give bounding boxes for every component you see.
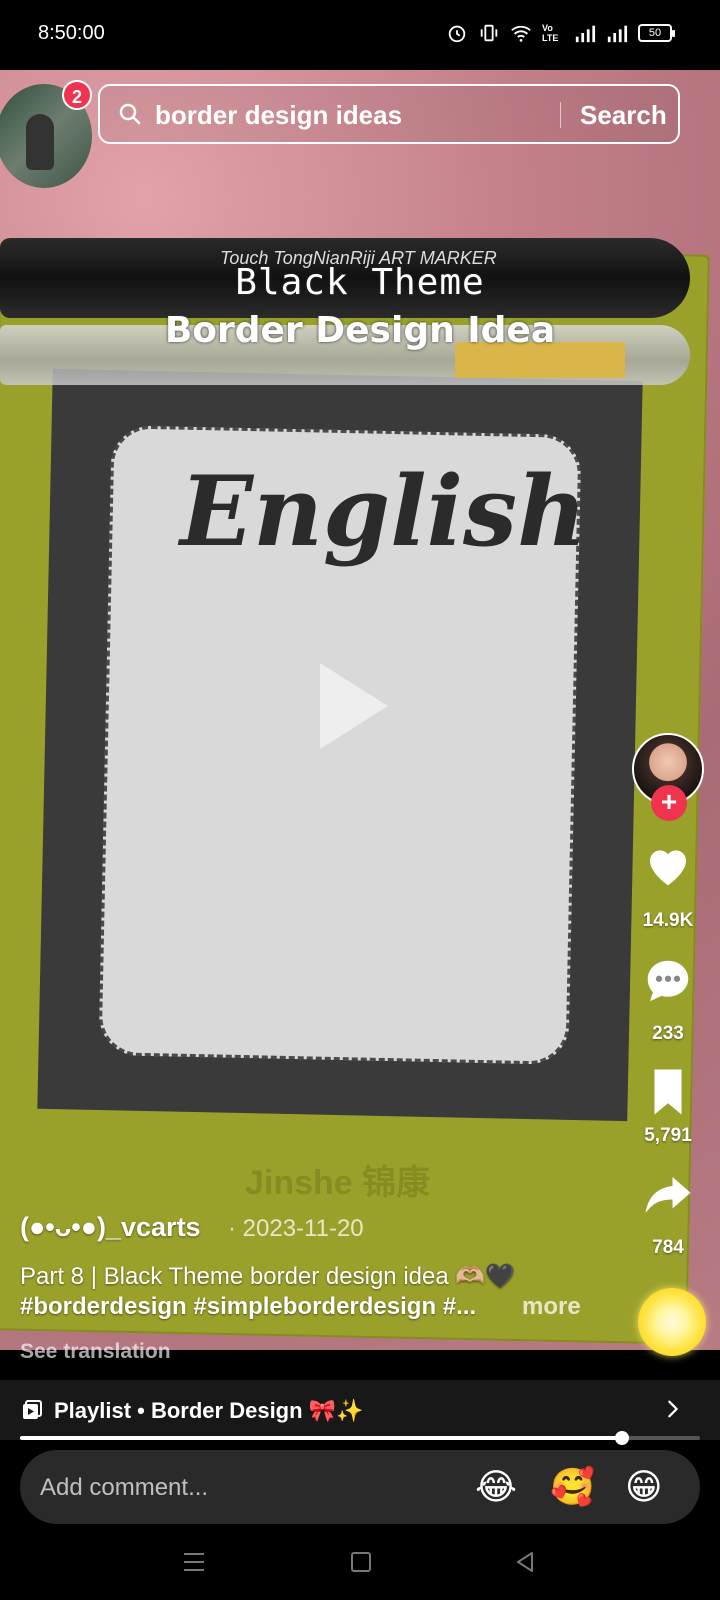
video-paper-heading: English xyxy=(180,455,587,568)
caption-text: Part 8 | Black Theme border design idea … xyxy=(20,1263,516,1290)
bookmark-icon[interactable] xyxy=(641,1065,695,1119)
system-nav-bar xyxy=(0,1528,720,1600)
saves-count: 5,791 xyxy=(644,1125,692,1146)
search-divider xyxy=(560,102,561,128)
follow-button[interactable]: + xyxy=(651,785,687,821)
video-book-emboss: Jinshe 锦康 xyxy=(245,1164,431,1202)
emoji-grin-button[interactable]: 😁 xyxy=(625,1466,663,1508)
caption-hashtags[interactable]: #borderdesign #simpleborderdesign #... xyxy=(20,1293,476,1321)
search-bar[interactable]: border design ideas Search xyxy=(98,84,680,144)
battery-indicator: 50 xyxy=(638,24,675,42)
chevron-right-icon[interactable] xyxy=(662,1396,684,1422)
status-time: 8:50:00 xyxy=(38,22,105,44)
comment-icon[interactable] xyxy=(641,954,695,1008)
emoji-love-button[interactable]: 🥰 xyxy=(550,1466,595,1508)
signal-icon xyxy=(575,25,596,43)
music-disc-icon[interactable] xyxy=(638,1288,706,1356)
vibrate-icon xyxy=(480,24,498,42)
playlist-icon xyxy=(23,1400,42,1419)
playlist-bar[interactable]: Playlist • Border Design 🎀✨ xyxy=(0,1380,720,1440)
see-translation-link[interactable]: See translation xyxy=(20,1340,171,1364)
video-overlay-title: Black Theme xyxy=(235,262,485,303)
alarm-icon xyxy=(448,25,466,43)
emoji-laugh-button[interactable]: 😂 xyxy=(475,1466,517,1508)
share-icon[interactable] xyxy=(641,1168,695,1222)
play-icon[interactable] xyxy=(320,663,388,749)
search-icon xyxy=(119,103,141,125)
shares-count: 784 xyxy=(652,1237,684,1258)
signal-icon-2 xyxy=(607,25,628,43)
playlist-label: Playlist • Border Design 🎀✨ xyxy=(54,1398,364,1423)
caption-more-link[interactable]: more xyxy=(522,1293,581,1321)
status-bar: 8:50:00 Vo LTE 50 xyxy=(0,0,720,70)
comment-bar[interactable]: Add comment... 😂 🥰 😁 xyxy=(20,1450,700,1524)
progress-fill xyxy=(20,1436,622,1440)
notification-badge: 2 xyxy=(62,80,92,110)
author-name[interactable]: (●•ᴗ•●)_vcarts xyxy=(20,1212,201,1243)
back-icon[interactable] xyxy=(514,1550,536,1574)
status-icons: Vo LTE 50 xyxy=(446,22,675,44)
likes-count: 14.9K xyxy=(642,910,694,931)
comment-input[interactable]: Add comment... xyxy=(40,1474,208,1502)
wifi-icon xyxy=(511,25,531,42)
progress-knob[interactable] xyxy=(614,1431,629,1445)
heart-icon[interactable] xyxy=(641,838,695,892)
video-overlay-subtitle: Border Design Idea xyxy=(164,310,556,351)
search-input[interactable]: border design ideas xyxy=(155,100,402,131)
comments-count: 233 xyxy=(652,1023,684,1044)
post-date: · 2023-11-20 xyxy=(228,1215,364,1242)
avatar-figure xyxy=(26,114,54,170)
volte-label: Vo LTE xyxy=(542,23,559,43)
menu-icon[interactable] xyxy=(183,1552,205,1572)
search-button[interactable]: Search xyxy=(580,100,667,131)
home-icon[interactable] xyxy=(351,1552,371,1572)
